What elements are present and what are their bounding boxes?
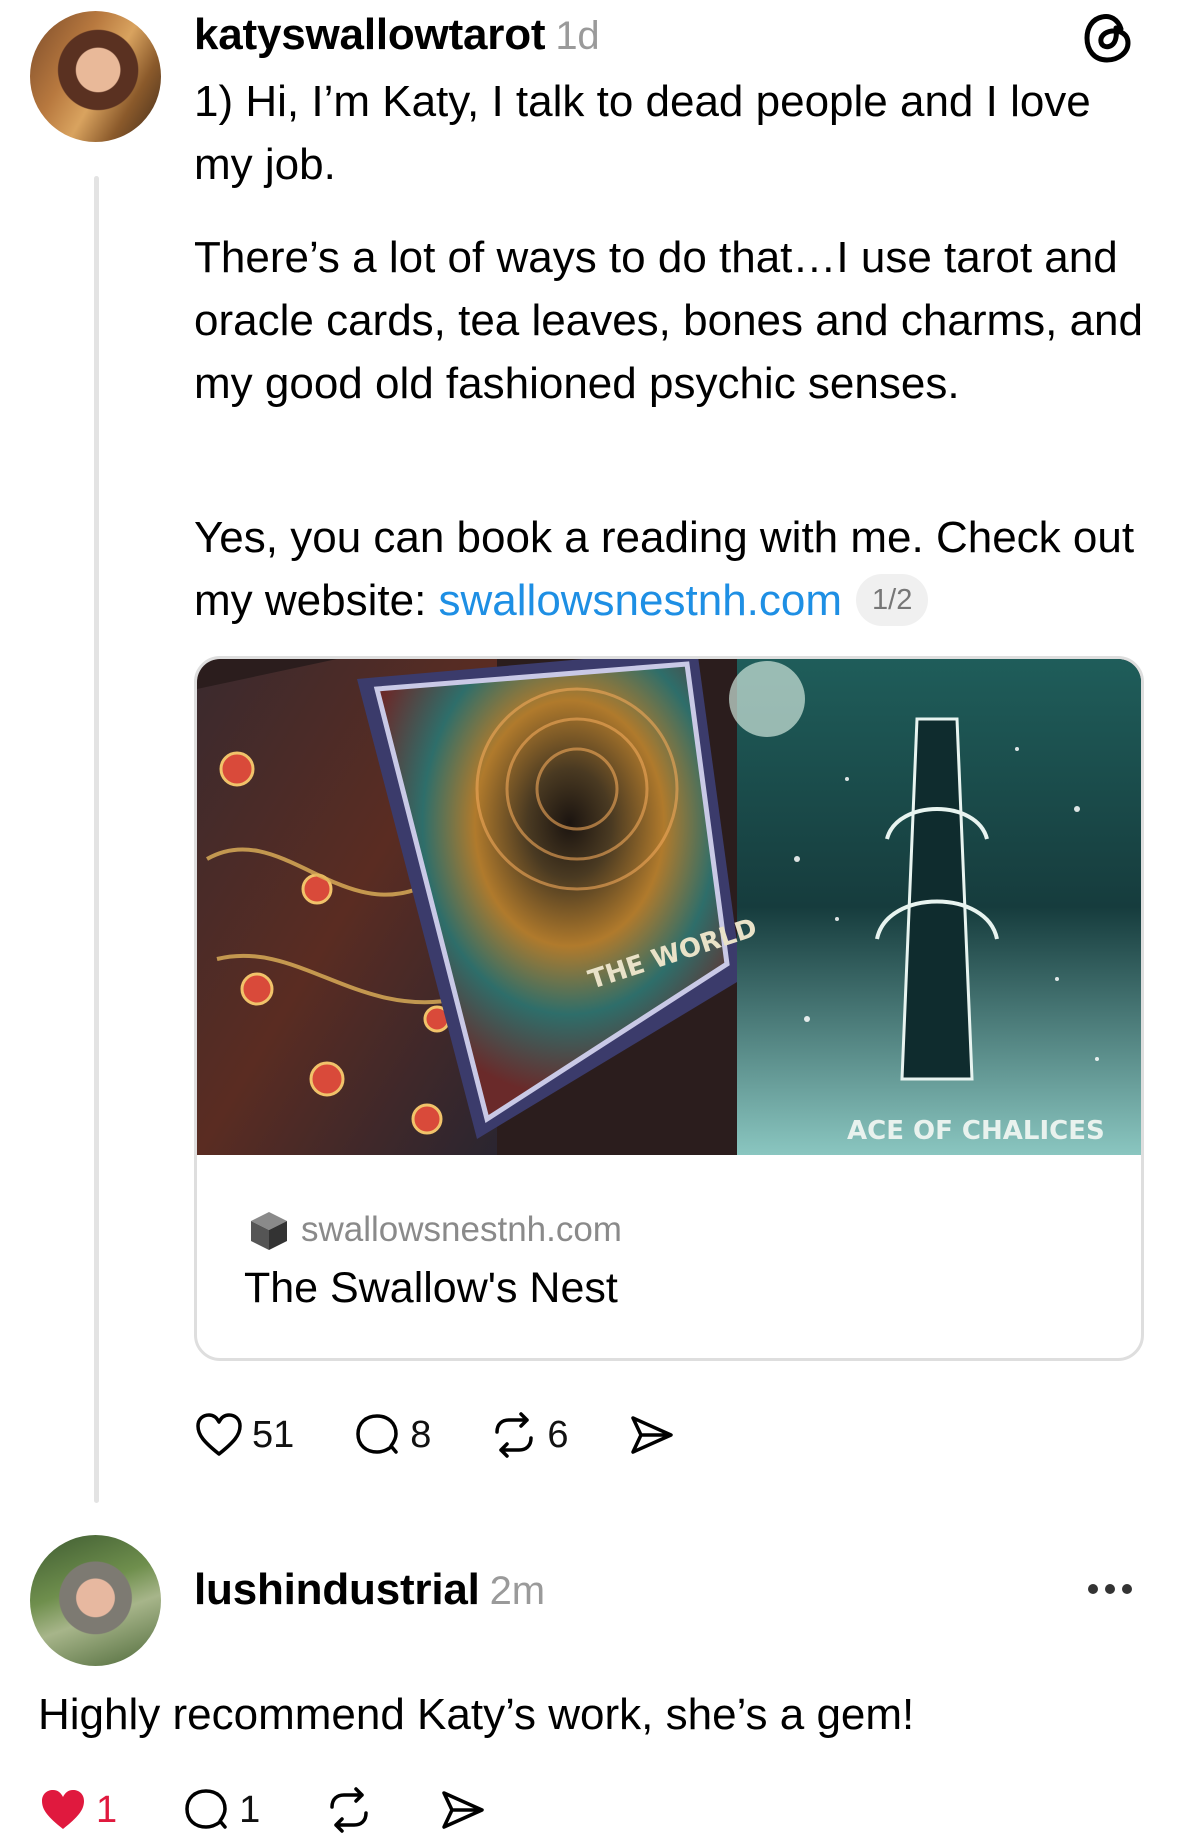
post-username[interactable]: katyswallowtarot	[194, 10, 546, 59]
reply-like-button[interactable]: 1	[38, 1785, 117, 1835]
reply-author[interactable]: lushindustrial 2m	[194, 1565, 545, 1615]
card-label-ace-of-chalices: ACE OF CHALICES	[847, 1116, 1105, 1146]
repost-count: 6	[547, 1413, 569, 1456]
reply-text: Highly recommend Katy’s work, she’s a ge…	[38, 1690, 915, 1739]
post-actions: 51 8 6	[194, 1410, 735, 1460]
reply-actions: 1 1	[38, 1785, 552, 1835]
comment-icon	[185, 1789, 227, 1829]
reply-reply-count: 1	[239, 1788, 261, 1831]
cube-icon	[251, 1212, 287, 1250]
reply-count: 8	[410, 1413, 432, 1456]
reply-reply-button[interactable]: 1	[181, 1785, 260, 1835]
reply-timestamp: 2m	[489, 1569, 545, 1613]
thread-line	[94, 176, 99, 1503]
repost-icon	[495, 1412, 534, 1458]
heart-filled-icon	[42, 1790, 84, 1829]
post-author[interactable]: katyswallowtarot 1d	[194, 10, 600, 60]
more-options-icon[interactable]	[1085, 1572, 1135, 1606]
share-button[interactable]	[627, 1410, 677, 1460]
reply-username[interactable]: lushindustrial	[194, 1565, 480, 1614]
link-preview-card[interactable]: THE WORLD ACE OF CHALICES swallowsnestnh…	[194, 656, 1144, 1361]
post-paragraph-1: 1) Hi, I’m Katy, I talk to dead people a…	[194, 77, 1091, 189]
reply-author-avatar[interactable]	[30, 1535, 161, 1666]
post-timestamp: 1d	[555, 14, 600, 58]
share-icon	[630, 1416, 673, 1454]
post-paragraph-2: There’s a lot of ways to do that…I use t…	[194, 233, 1143, 408]
reply-share-button[interactable]	[438, 1785, 488, 1835]
repost-icon	[330, 1787, 369, 1833]
tarot-cards-image: THE WORLD ACE OF CHALICES	[197, 659, 1141, 1155]
like-count: 51	[252, 1413, 295, 1456]
card-title: The Swallow's Nest	[244, 1264, 618, 1312]
heart-icon	[196, 1413, 242, 1456]
repost-button[interactable]: 6	[489, 1410, 569, 1460]
reply-like-count: 1	[96, 1788, 118, 1831]
author-avatar[interactable]	[30, 11, 161, 142]
post-paragraph-3: Yes, you can book a reading with me. Che…	[194, 506, 1154, 632]
card-domain: swallowsnestnh.com	[301, 1210, 622, 1249]
website-link[interactable]: swallowsnestnh.com	[439, 576, 843, 625]
page-counter-badge: 1/2	[856, 574, 929, 626]
comment-icon	[356, 1414, 399, 1454]
reply-repost-button[interactable]	[324, 1785, 374, 1835]
reply-button[interactable]: 8	[352, 1410, 431, 1460]
threads-logo-icon[interactable]	[1083, 10, 1135, 66]
like-button[interactable]: 51	[194, 1410, 294, 1460]
share-icon	[442, 1791, 485, 1829]
card-domain-row: swallowsnestnh.com	[247, 1208, 622, 1252]
